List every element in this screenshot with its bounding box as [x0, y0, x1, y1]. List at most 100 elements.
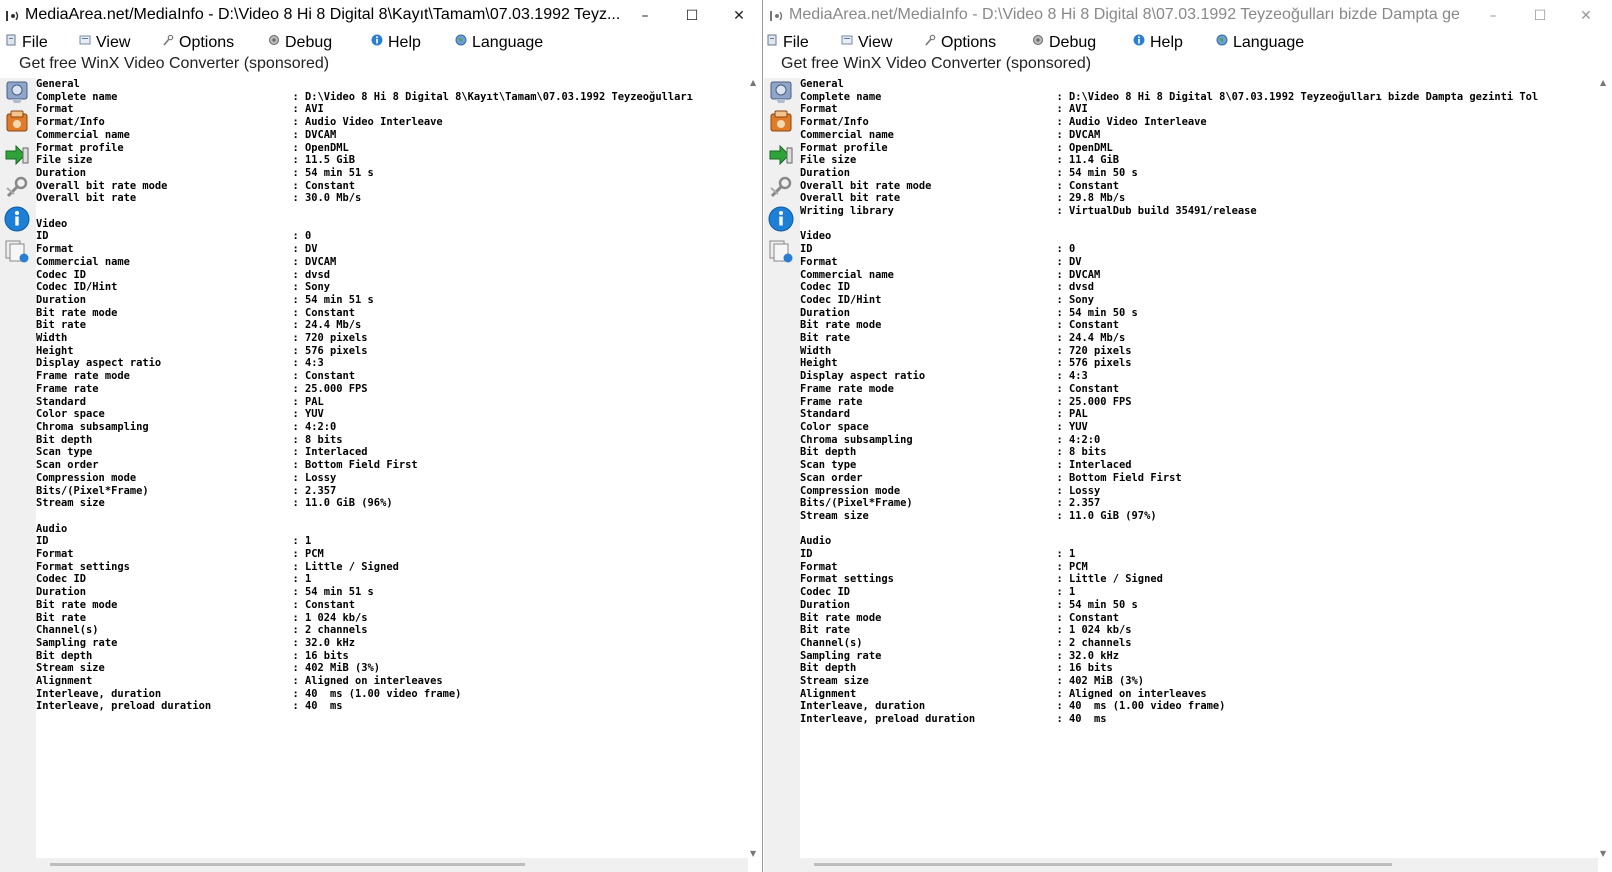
easy-view-icon[interactable] [768, 78, 794, 104]
menu-language[interactable]: Language [455, 32, 543, 54]
info-line: Overall bit rate : 29.8 Mb/s [800, 192, 1126, 205]
info-line: Duration : 54 min 50 s [800, 166, 1138, 179]
scroll-down-icon[interactable]: ▼ [750, 849, 756, 858]
info-line: Codec ID : 1 [800, 586, 1076, 599]
media-info-text: General Complete name : D:\Video 8 Hi 8 … [36, 78, 748, 713]
info-line: Bit rate mode : Constant [36, 598, 356, 611]
minimize-button[interactable]: – [1470, 0, 1516, 32]
mediainfo-app-icon [6, 9, 20, 23]
menu-options[interactable]: Options [162, 32, 234, 54]
scroll-up-icon[interactable]: ▲ [1600, 78, 1606, 87]
title-bar[interactable]: MediaArea.net/MediaInfo - D:\Video 8 Hi … [0, 0, 762, 32]
info-line: Duration : 54 min 51 s [36, 586, 374, 599]
view-sidebar [764, 78, 800, 872]
info-line: Scan order : Bottom Field First [800, 471, 1182, 484]
menu-file[interactable]: File [766, 32, 809, 54]
info-line: Bit rate : 24.4 Mb/s [800, 332, 1126, 345]
sponsored-link[interactable]: Get free WinX Video Converter (sponsored… [19, 55, 329, 73]
info-line: Chroma subsampling : 4:2:0 [800, 433, 1101, 446]
about-icon[interactable] [4, 206, 30, 232]
horizontal-scroll-thumb[interactable] [814, 863, 1392, 866]
info-line: Sampling rate : 32.0 kHz [800, 649, 1120, 662]
close-button[interactable]: ✕ [1563, 0, 1609, 32]
info-line: Bits/(Pixel*Frame) : 2.357 [36, 484, 337, 497]
info-line: Channel(s) : 2 channels [36, 624, 368, 637]
info-line: Overall bit rate mode : Constant [800, 179, 1120, 192]
sheet-view-icon[interactable] [768, 109, 794, 135]
info-text-area[interactable]: General Complete name : D:\Video 8 Hi 8 … [800, 78, 1598, 858]
menu-options[interactable]: Options [924, 32, 996, 54]
batch-files-icon[interactable] [768, 238, 794, 264]
info-line: Writing library : VirtualDub build 35491… [800, 205, 1257, 218]
info-line: Bit depth : 8 bits [36, 433, 343, 446]
info-text-area[interactable]: General Complete name : D:\Video 8 Hi 8 … [36, 78, 748, 858]
info-line: Interleave, duration : 40 ms (1.00 video… [36, 687, 462, 700]
menu-debug[interactable]: Debug [268, 32, 332, 54]
info-line: File size : 11.4 GiB [800, 154, 1120, 167]
info-line: Complete name : D:\Video 8 Hi 8 Digital … [800, 90, 1539, 103]
info-line: Frame rate : 25.000 FPS [800, 395, 1132, 408]
info-line: Codec ID/Hint : Sony [800, 293, 1095, 306]
menu-file[interactable]: File [5, 32, 48, 54]
maximize-button[interactable]: ☐ [1517, 0, 1563, 32]
info-line: Frame rate : 25.000 FPS [36, 382, 368, 395]
info-line: Interleave, duration : 40 ms (1.00 video… [800, 700, 1226, 713]
scroll-down-icon[interactable]: ▼ [1600, 849, 1606, 858]
horizontal-scrollbar[interactable] [36, 858, 748, 872]
options-icon [162, 33, 174, 46]
export-icon[interactable] [4, 142, 30, 168]
menu-language[interactable]: Language [1216, 32, 1304, 54]
info-line: Format : PCM [800, 560, 1088, 573]
maximize-button[interactable]: ☐ [669, 0, 715, 32]
info-line: Format : DV [36, 243, 318, 256]
menu-view[interactable]: View [79, 32, 130, 54]
info-line: Commercial name : DVCAM [800, 268, 1101, 281]
info-line: Duration : 54 min 51 s [36, 293, 374, 306]
info-line: Format/Info : Audio Video Interleave [800, 116, 1207, 129]
close-button[interactable]: ✕ [716, 0, 762, 32]
menu-help[interactable]: Help [371, 32, 421, 54]
info-line: Bit rate mode : Constant [800, 611, 1120, 624]
preferences-icon[interactable] [768, 174, 794, 200]
info-line: ID : 0 [800, 243, 1076, 256]
info-line: Compression mode : Lossy [800, 484, 1101, 497]
help-icon [371, 33, 383, 46]
info-line: Standard : PAL [36, 395, 324, 408]
sheet-view-icon[interactable] [4, 109, 30, 135]
info-line: Bits/(Pixel*Frame) : 2.357 [800, 497, 1101, 510]
file-icon [766, 33, 778, 46]
about-icon[interactable] [768, 206, 794, 232]
export-icon[interactable] [768, 142, 794, 168]
info-line: Duration : 54 min 51 s [36, 166, 374, 179]
info-line: Chroma subsampling : 4:2:0 [36, 420, 337, 433]
menu-debug[interactable]: Debug [1032, 32, 1096, 54]
mediainfo-app-icon [770, 9, 784, 23]
vertical-scrollbar[interactable]: ▲ ▼ [1598, 78, 1612, 858]
debug-icon [268, 33, 280, 45]
info-line: Format settings : Little / Signed [800, 573, 1163, 586]
horizontal-scrollbar[interactable] [800, 858, 1598, 872]
info-line: Codec ID/Hint : Sony [36, 281, 331, 294]
info-line: Channel(s) : 2 channels [800, 636, 1132, 649]
sponsored-link[interactable]: Get free WinX Video Converter (sponsored… [781, 55, 1091, 73]
info-line: Complete name : D:\Video 8 Hi 8 Digital … [36, 90, 693, 103]
info-line: Height : 576 pixels [800, 357, 1132, 370]
info-line: Format settings : Little / Signed [36, 560, 399, 573]
mediainfo-window-right: MediaArea.net/MediaInfo - D:\Video 8 Hi … [764, 0, 1612, 872]
menu-view[interactable]: View [841, 32, 892, 54]
info-line: Bit rate mode : Constant [800, 319, 1120, 332]
horizontal-scroll-thumb[interactable] [50, 863, 525, 866]
info-line: Commercial name : DVCAM [36, 128, 337, 141]
info-line: Compression mode : Lossy [36, 471, 337, 484]
minimize-button[interactable]: – [622, 0, 668, 32]
scroll-up-icon[interactable]: ▲ [750, 78, 756, 87]
info-line: Duration : 54 min 50 s [800, 598, 1138, 611]
title-bar[interactable]: MediaArea.net/MediaInfo - D:\Video 8 Hi … [764, 0, 1612, 32]
menu-help[interactable]: Help [1133, 32, 1183, 54]
preferences-icon[interactable] [4, 174, 30, 200]
batch-files-icon[interactable] [4, 238, 30, 264]
easy-view-icon[interactable] [4, 78, 30, 104]
info-line: Standard : PAL [800, 408, 1088, 421]
vertical-scrollbar[interactable]: ▲ ▼ [748, 78, 762, 858]
info-line: Color space : YUV [36, 408, 324, 421]
